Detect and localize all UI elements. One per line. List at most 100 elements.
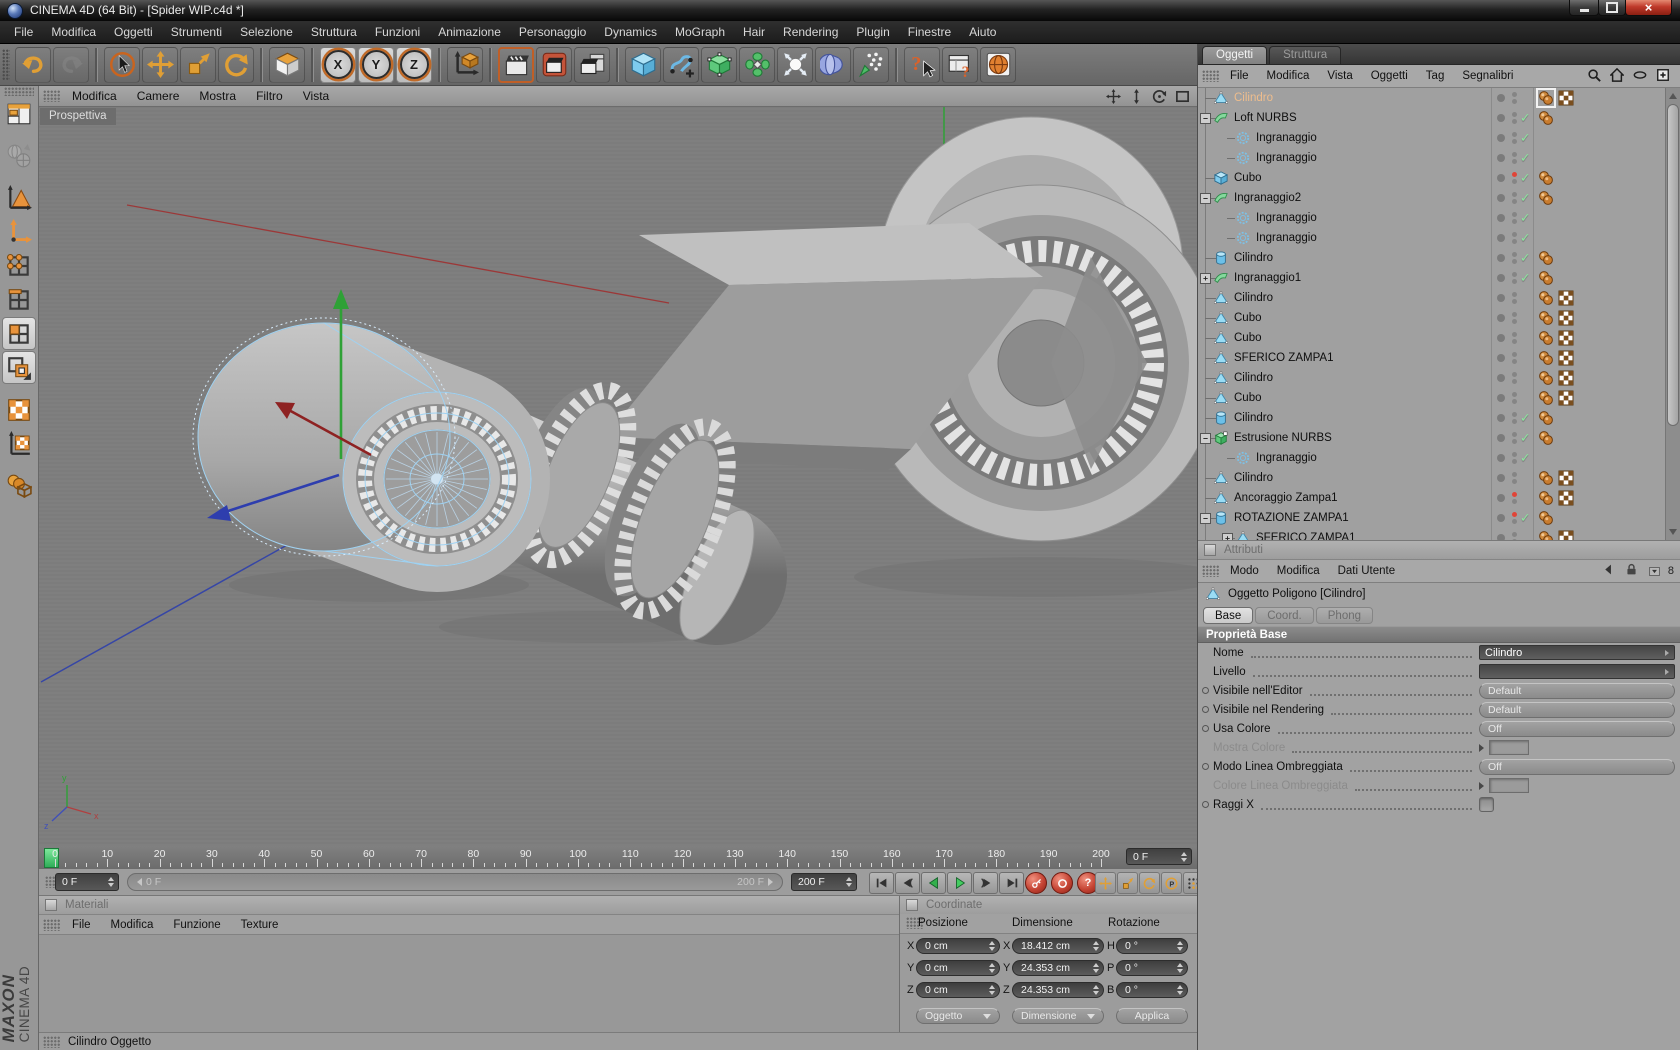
editor-visibility-dot[interactable] [1512, 332, 1517, 337]
texture-tag[interactable] [1538, 470, 1554, 486]
range-end-spinner[interactable] [843, 877, 852, 887]
materials-menu-modifica[interactable]: Modifica [101, 917, 164, 933]
toolbar-axis-y-button[interactable]: Y [358, 46, 394, 83]
object-name[interactable]: Estrusione NURBS [1234, 432, 1332, 444]
usa-colore-dropdown[interactable]: Off [1479, 720, 1675, 737]
layer-dot[interactable] [1497, 94, 1505, 102]
om-menu-modifica[interactable]: Modifica [1258, 67, 1319, 85]
layer-dot[interactable] [1497, 374, 1505, 382]
key-parameter-button[interactable]: P [1161, 872, 1182, 894]
object-name[interactable]: Ingranaggio [1256, 212, 1317, 224]
viewport-menu-grip[interactable] [43, 90, 60, 102]
editor-visibility-dot[interactable] [1512, 312, 1517, 317]
render-visibility-dot[interactable] [1512, 439, 1517, 444]
tree-row-ingranaggio[interactable]: Ingranaggio ✓ [1198, 128, 1680, 148]
attr-menu-dati-utente[interactable]: Dati Utente [1329, 562, 1405, 580]
uvw-tag[interactable] [1558, 530, 1574, 540]
tree-row-sferico-zampa1[interactable]: SFERICO ZAMPA1 [1198, 348, 1680, 368]
object-name[interactable]: Ingranaggio [1256, 152, 1317, 164]
render-visibility-dot[interactable] [1512, 179, 1517, 184]
next-key-button[interactable] [973, 872, 998, 894]
coordinates-pin-icon[interactable] [906, 899, 918, 911]
tab-struttura[interactable]: Struttura [1269, 46, 1342, 64]
editor-visibility-dot[interactable] [1512, 352, 1517, 357]
tree-expander-plus[interactable]: + [1200, 273, 1211, 284]
key-rotation-button[interactable] [1139, 872, 1160, 894]
attr-menu-modo[interactable]: Modo [1221, 562, 1268, 580]
tree-expander-minus[interactable]: − [1200, 113, 1211, 124]
om-menu-oggetti[interactable]: Oggetti [1362, 67, 1417, 85]
texture-tag[interactable] [1538, 430, 1554, 446]
menu-file[interactable]: File [5, 21, 42, 43]
om-search-button[interactable] [1587, 68, 1601, 85]
selected-cylinder-mesh[interactable] [192, 317, 550, 602]
layer-dot[interactable] [1497, 534, 1505, 540]
render-visibility-dot[interactable] [1512, 259, 1517, 264]
om-filter-button[interactable] [1633, 68, 1647, 85]
tree-row-cilindro[interactable]: Cilindro [1198, 368, 1680, 388]
enabled-check-icon[interactable]: ✓ [1520, 130, 1530, 145]
mostra-colore-colorbox[interactable] [1489, 740, 1529, 755]
toolbar-scale-button[interactable] [180, 46, 216, 83]
toolbar-spline-pen-button[interactable] [663, 46, 699, 83]
object-name[interactable]: Ingranaggio [1256, 132, 1317, 144]
texture-tag[interactable] [1538, 410, 1554, 426]
mode-convert-button[interactable] [2, 139, 36, 172]
toolbar-select-button[interactable] [104, 46, 140, 83]
tree-row-cilindro[interactable]: Cilindro ✓ [1198, 248, 1680, 268]
tree-row-cubo[interactable]: Cubo [1198, 308, 1680, 328]
enabled-check-icon[interactable]: ✓ [1520, 190, 1530, 205]
param-dot[interactable] [1202, 725, 1209, 732]
viewport-pan-button[interactable] [1105, 88, 1121, 104]
editor-visibility-dot[interactable] [1512, 372, 1517, 377]
render-visibility-dot[interactable] [1512, 499, 1517, 504]
object-name[interactable]: Ingranaggio1 [1234, 272, 1301, 284]
layer-dot[interactable] [1497, 154, 1505, 162]
render-visibility-dot[interactable] [1512, 219, 1517, 224]
materials-menu-funzione[interactable]: Funzione [163, 917, 230, 933]
apply-button[interactable]: Applica [1116, 1008, 1188, 1024]
object-name[interactable]: Cilindro [1234, 252, 1273, 264]
menu-finestre[interactable]: Finestre [899, 21, 960, 43]
menu-struttura[interactable]: Struttura [302, 21, 366, 43]
goto-start-button[interactable] [869, 872, 894, 894]
menu-oggetti[interactable]: Oggetti [105, 21, 162, 43]
nome-input[interactable]: Cilindro [1479, 645, 1675, 660]
section-header-proprieta-base[interactable]: Proprietà Base [1198, 626, 1680, 643]
layer-dot[interactable] [1497, 194, 1505, 202]
tree-row-cilindro[interactable]: Cilindro ✓ [1198, 408, 1680, 428]
render-visibility-dot[interactable] [1512, 379, 1517, 384]
layer-dot[interactable] [1497, 254, 1505, 262]
statusbar-grip[interactable] [43, 1035, 60, 1048]
object-name[interactable]: SFERICO ZAMPA1 [1256, 532, 1355, 540]
tree-expander-minus[interactable]: − [1200, 193, 1211, 204]
toolbar-move-button[interactable] [142, 46, 178, 83]
materials-menu-file[interactable]: File [62, 917, 101, 933]
om-menu-tag[interactable]: Tag [1417, 67, 1454, 85]
position-x-field[interactable]: 0 cm [916, 938, 1000, 954]
editor-visibility-dot[interactable] [1512, 492, 1517, 497]
render-visibility-dot[interactable] [1512, 99, 1517, 104]
mode-layout-button[interactable] [2, 97, 36, 130]
toolbar-primitive-cube-button[interactable] [625, 46, 661, 83]
texture-tag[interactable] [1538, 290, 1554, 306]
key-position-button[interactable] [1095, 872, 1116, 894]
viewport-menu-mostra[interactable]: Mostra [189, 86, 246, 106]
render-visibility-dot[interactable] [1512, 399, 1517, 404]
enabled-check-icon[interactable]: ✓ [1520, 150, 1530, 165]
editor-visibility-dot[interactable] [1512, 112, 1517, 117]
menu-personaggio[interactable]: Personaggio [510, 21, 595, 43]
toolbar-render-view-button[interactable] [498, 46, 534, 83]
attributes-grip[interactable] [1202, 565, 1219, 577]
tree-row-ingranaggio1[interactable]: + Ingranaggio1 ✓ [1198, 268, 1680, 288]
tree-row-cubo[interactable]: Cubo ✓ [1198, 168, 1680, 188]
texture-tag[interactable] [1538, 310, 1554, 326]
position-z-field[interactable]: 0 cm [916, 982, 1000, 998]
uvw-tag[interactable] [1558, 490, 1574, 506]
param-dot[interactable] [1202, 801, 1209, 808]
mode-model-mode-button[interactable] [2, 181, 36, 214]
key-scale-button[interactable] [1117, 872, 1138, 894]
record-key-button[interactable] [1025, 872, 1047, 894]
spinner[interactable] [1090, 941, 1099, 951]
enabled-check-icon[interactable]: ✓ [1520, 250, 1530, 265]
